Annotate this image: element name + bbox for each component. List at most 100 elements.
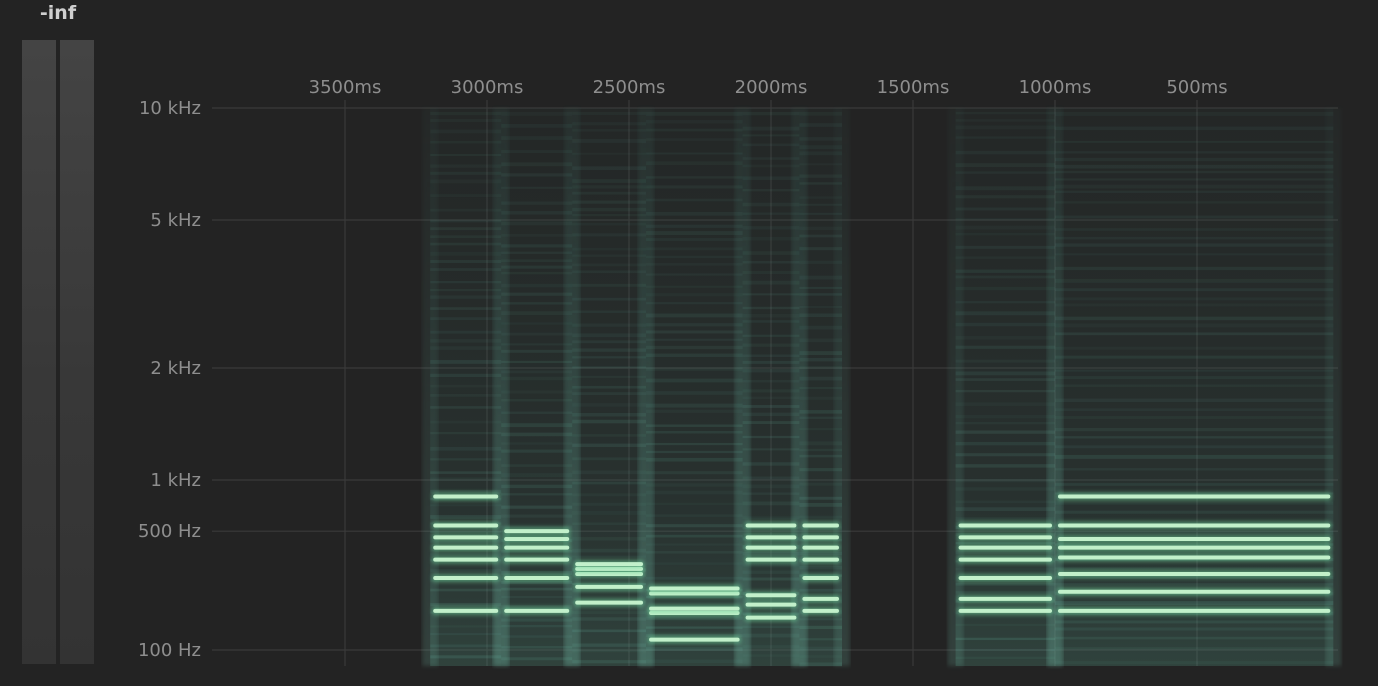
harmonic-line [649, 586, 740, 591]
noise-band [646, 457, 743, 462]
noise-band [430, 235, 502, 238]
noise-band [572, 643, 647, 647]
harmonic-line [958, 545, 1052, 550]
noise-band [646, 120, 743, 124]
noise-band [501, 645, 573, 649]
harmonic-line [802, 596, 839, 601]
noise-band [955, 256, 1055, 259]
harmonic-line [745, 615, 797, 620]
noise-band [1055, 636, 1334, 640]
noise-band [742, 112, 800, 116]
noise-band [646, 378, 743, 383]
noise-band [1055, 530, 1334, 535]
noise-band [1055, 445, 1334, 449]
noise-band [572, 122, 647, 126]
noise-band [742, 280, 800, 285]
noise-band [1055, 170, 1334, 174]
noise-band [430, 406, 502, 409]
noise-band [430, 219, 502, 223]
noise-band [646, 367, 743, 371]
harmonic-line [958, 608, 1052, 613]
noise-band [501, 618, 573, 622]
noise-band [955, 232, 1055, 236]
noise-band [1055, 288, 1334, 292]
freq-tick-label: 10 kHz [139, 98, 201, 119]
noise-band [742, 202, 800, 207]
noise-band [1055, 355, 1334, 359]
noise-band [955, 301, 1055, 304]
noise-band [430, 194, 502, 198]
harmonic-line [745, 602, 797, 607]
noise-band [572, 457, 647, 461]
noise-band [572, 617, 647, 621]
noise-band [955, 195, 1055, 199]
noise-band [501, 343, 573, 346]
harmonic-line [504, 529, 570, 534]
noise-band [1055, 201, 1334, 204]
noise-band [955, 442, 1055, 446]
noise-band [955, 453, 1055, 457]
noise-band [742, 551, 800, 556]
noise-band [572, 297, 647, 301]
noise-band [572, 403, 647, 407]
noise-band [501, 464, 573, 467]
noise-band [742, 306, 800, 310]
noise-band [501, 112, 573, 116]
noise-band [501, 635, 573, 638]
noise-band [430, 588, 502, 592]
time-tick-label: 3500ms [309, 77, 382, 98]
noise-band [955, 402, 1055, 406]
noise-band [955, 269, 1055, 273]
noise-band [742, 354, 800, 358]
noise-band [501, 595, 573, 599]
harmonic-line [575, 600, 644, 605]
noise-band [742, 360, 800, 364]
noise-band [572, 502, 647, 506]
noise-band [646, 293, 743, 297]
harmonic-line [958, 535, 1052, 540]
noise-band [430, 179, 502, 184]
noise-band [501, 624, 573, 628]
noise-band [646, 185, 743, 189]
noise-band [501, 201, 573, 205]
noise-band [430, 208, 502, 212]
noise-band [646, 490, 743, 495]
noise-band [742, 633, 800, 638]
noise-band [572, 254, 647, 257]
noise-band [430, 477, 502, 481]
noise-band [646, 502, 743, 506]
harmonic-line [958, 523, 1052, 528]
noise-band [646, 112, 743, 116]
harmonic-line [745, 523, 797, 528]
noise-band [646, 238, 743, 241]
time-tick-label: 2500ms [593, 77, 666, 98]
noise-band [572, 222, 647, 226]
noise-band [501, 657, 573, 661]
noise-band [1055, 316, 1334, 321]
segment-edge [834, 108, 850, 666]
noise-band [955, 359, 1055, 363]
noise-band [501, 173, 573, 177]
noise-band [646, 409, 743, 413]
noise-band [430, 384, 502, 388]
noise-band [646, 442, 743, 446]
noise-band [1055, 190, 1334, 193]
noise-band [501, 162, 573, 167]
noise-band [1055, 178, 1334, 181]
harmonic-line [433, 557, 499, 562]
noise-band [572, 207, 647, 212]
harmonic-line [1058, 494, 1331, 499]
noise-band [646, 176, 743, 179]
noise-band [501, 234, 573, 237]
noise-band [430, 227, 502, 231]
noise-band [572, 185, 647, 189]
noise-band [430, 644, 502, 648]
noise-band [646, 231, 743, 236]
noise-band [430, 307, 502, 310]
noise-band [646, 128, 743, 132]
noise-band [430, 129, 502, 134]
noise-band [742, 313, 800, 318]
noise-band [742, 320, 800, 323]
noise-band [1055, 510, 1334, 514]
noise-band [572, 129, 647, 132]
